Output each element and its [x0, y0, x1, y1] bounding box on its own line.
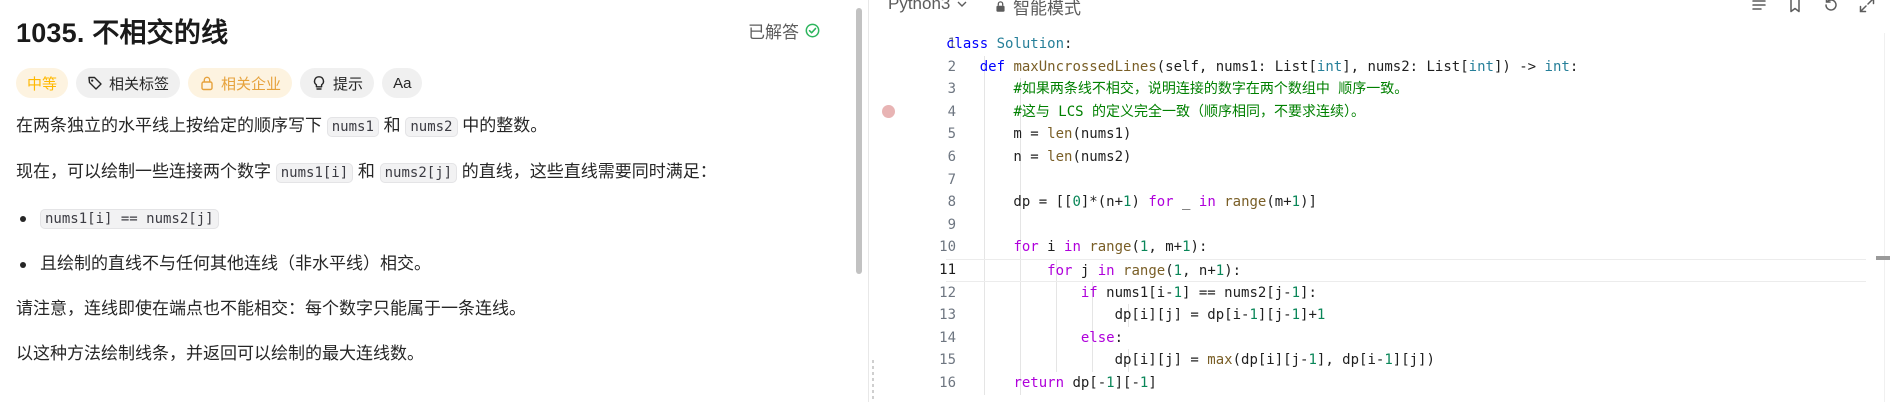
text: 在两条独立的水平线上按给定的顺序写下 [16, 116, 327, 135]
line-number: 16 [939, 375, 956, 391]
list-item: nums1[i] == nums2[j] [16, 204, 838, 233]
language-selector[interactable]: Python3 [888, 0, 968, 14]
related-companies-label: 相关企业 [221, 75, 282, 93]
code-line: dp = [[0]*(n+1) for _ in range(m+1)] [946, 194, 1317, 211]
code-editor-panel: Python3 智能模式 1 2 3 4 5 6 7 8 9 10 11 12 [876, 0, 1898, 402]
lock-icon [996, 1, 1005, 12]
code-line: if nums1[i-1] == nums2[j-1]: [1080, 284, 1317, 301]
reset-icon[interactable] [1822, 0, 1840, 14]
inline-code: nums1[i] [275, 163, 354, 183]
line-number: 3 [947, 81, 956, 98]
problem-title[interactable]: 1035. 不相交的线 [16, 11, 228, 50]
smart-mode-toggle[interactable]: 智能模式 [994, 0, 1081, 19]
expand-icon[interactable] [1858, 0, 1876, 14]
inline-code: nums1[i] == nums2[j] [40, 209, 219, 229]
paragraph-4: 以这种方法绘制线条，并返回可以绘制的最大连线数。 [16, 344, 424, 363]
font-toggle-label: Aa [393, 74, 412, 92]
toolbar-actions [1750, 0, 1876, 14]
chevron-down-icon [957, 1, 967, 7]
line-number: 13 [939, 307, 956, 324]
related-tags-label: 相关标签 [109, 75, 170, 93]
text: 和 [353, 162, 380, 181]
tag-icon [88, 76, 102, 90]
list-icon[interactable] [1750, 0, 1768, 14]
title-row: 1035. 不相交的线 已解答 [16, 12, 838, 48]
hint-button[interactable]: 提示 [300, 68, 375, 98]
code-line: dp[i][j] = dp[i-1][j-1]+1 [946, 307, 1326, 324]
line-number: 14 [939, 329, 956, 346]
text: 的直线，这些直线需要同时满足： [457, 162, 717, 181]
list-item: 且绘制的直线不与任何其他连线（非水平线）相交。 [16, 250, 838, 278]
code-line: #如果两条线不相交，说明连接的数字在两个数组中 顺序一致。 [1013, 81, 1409, 98]
difficulty-badge[interactable]: 中等 [16, 68, 69, 98]
code-line: return dp[-1][-1] [1013, 375, 1157, 391]
problem-description-panel: 1035. 不相交的线 已解答 中等 相关标签 相关企业 提示 Aa 在两条独立… [0, 0, 856, 402]
paragraph-1: 在两条独立的水平线上按给定的顺序写下 nums1 和 nums2 中的整数。 [16, 112, 838, 141]
text: 现在，可以绘制一些连接两个数字 [16, 162, 276, 181]
code-line-current: for j in range(1, n+1): [946, 259, 1866, 282]
line-number: 6 [947, 149, 956, 165]
related-companies-button[interactable]: 相关企业 [188, 68, 293, 98]
paragraph-3: 请注意，连线即使在端点也不能相交：每个数字只能属于一条连线。 [16, 299, 526, 318]
text: 中的整数。 [457, 116, 548, 135]
line-number: 8 [947, 194, 956, 211]
line-number: 4 [947, 103, 956, 120]
code-line: for i in range(1, m+1): [1013, 239, 1208, 256]
line-number: 12 [939, 284, 956, 301]
line-number: 1 [947, 36, 956, 52]
bookmark-icon[interactable] [1786, 0, 1804, 14]
line-number: 9 [947, 216, 956, 233]
related-tags-button[interactable]: 相关标签 [76, 68, 181, 98]
lightbulb-icon [313, 76, 325, 90]
lock-icon [201, 76, 213, 91]
code-line: n = len(nums2) [946, 149, 1132, 165]
hint-label: 提示 [333, 75, 364, 93]
description-scrollbar[interactable] [856, 8, 862, 274]
line-number: 15 [939, 352, 956, 369]
difficulty-label: 中等 [27, 75, 58, 93]
line-number: 2 [947, 58, 956, 75]
paragraph-2: 现在，可以绘制一些连接两个数字 nums1[i] 和 nums2[j] 的直线，… [16, 158, 838, 187]
code-line: #这与 LCS 的定义完全一致（顺序相同，不要求连续）。 [1013, 103, 1366, 120]
inline-code: nums2[j] [379, 163, 458, 183]
code-line: m = len(nums1) [946, 126, 1132, 143]
code-line: else: [1080, 329, 1124, 346]
solved-label: 已解答 [748, 22, 799, 42]
check-circle-icon [805, 23, 820, 37]
line-number: 5 [947, 126, 956, 143]
line-number: 10 [939, 239, 956, 256]
condition-list: nums1[i] == nums2[j] 且绘制的直线不与任何其他连线（非水平线… [16, 204, 838, 278]
code-line: class Solution: [946, 36, 1073, 52]
line-number: 11 [939, 262, 956, 278]
mode-label: 智能模式 [1013, 0, 1081, 18]
tag-bar: 中等 相关标签 相关企业 提示 Aa [16, 68, 838, 98]
problem-body: 在两条独立的水平线上按给定的顺序写下 nums1 和 nums2 中的整数。 现… [16, 112, 838, 368]
panel-divider[interactable] [868, 0, 869, 402]
editor-scrollbar-cursor-marker [1876, 256, 1890, 260]
inline-code: nums1 [326, 117, 379, 137]
solved-status: 已解答 [748, 18, 820, 43]
editor-scrollbar-track[interactable] [1884, 33, 1898, 402]
code-line: dp[i][j] = max(dp[i][j-1], dp[i-1][j]) [946, 352, 1435, 369]
line-number: 7 [947, 171, 956, 188]
editor-toolbar: Python3 智能模式 [876, 0, 1898, 19]
font-toggle-button[interactable]: Aa [382, 68, 423, 98]
language-label: Python3 [888, 0, 951, 13]
code-line: def maxUncrossedLines(self, nums1: List[… [979, 58, 1579, 75]
divider-drag-handle[interactable] [872, 360, 874, 400]
text: 和 [378, 116, 406, 135]
inline-code: nums2 [405, 117, 458, 137]
